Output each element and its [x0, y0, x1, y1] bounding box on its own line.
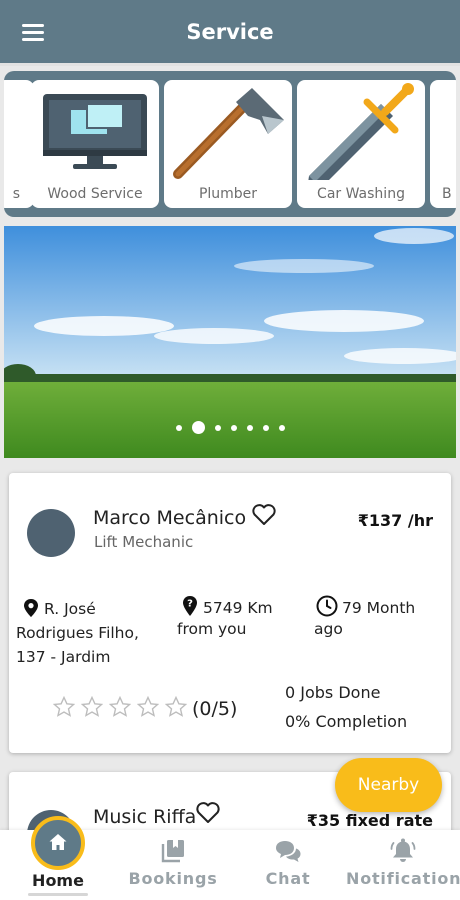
- provider-card[interactable]: Marco Mecânico Lift Mechanic ₹137 /hr R.…: [9, 473, 451, 753]
- category-label: s: [12, 186, 20, 202]
- nav-item-bookings[interactable]: Bookings: [116, 830, 230, 900]
- svg-text:?: ?: [187, 599, 193, 610]
- category-label: Wood Service: [47, 186, 143, 202]
- clock-icon: [316, 595, 338, 617]
- star-empty-icon: [164, 695, 188, 717]
- star-empty-icon: [52, 695, 76, 717]
- provider-role: Lift Mechanic: [94, 533, 194, 551]
- home-button[interactable]: [31, 816, 85, 870]
- home-icon: [49, 834, 67, 850]
- bottom-navigation: Home Bookings Chat Notifications: [0, 816, 460, 900]
- category-carousel[interactable]: s Wood Service Plumber Car Washing B: [4, 71, 456, 217]
- carousel-indicator: [4, 421, 456, 434]
- active-indicator: [28, 893, 88, 896]
- heart-icon[interactable]: [195, 801, 221, 825]
- category-card-car-washing[interactable]: Car Washing: [297, 80, 425, 208]
- location-question-icon: ?: [183, 596, 197, 616]
- computer-monitor-icon: [43, 94, 147, 169]
- provider-distance: ? 5749 Km from you: [177, 595, 297, 640]
- category-label: Car Washing: [317, 186, 405, 202]
- bookings-icon: [161, 840, 184, 863]
- category-card-partial-left[interactable]: s: [4, 80, 34, 208]
- provider-experience: 79 Month ago: [314, 595, 444, 640]
- star-empty-icon: [108, 695, 132, 717]
- nav-item-home[interactable]: Home: [0, 816, 116, 900]
- category-card-wood-service[interactable]: Wood Service: [31, 80, 159, 208]
- category-card-partial-right[interactable]: B: [430, 80, 456, 208]
- page-title: Service: [186, 20, 274, 44]
- category-card-plumber[interactable]: Plumber: [164, 80, 292, 208]
- category-label: Plumber: [198, 186, 258, 202]
- nav-label: Bookings: [128, 869, 218, 888]
- app-bar: Service: [0, 0, 460, 66]
- nav-label: Home: [32, 871, 84, 890]
- sword-icon: [308, 83, 414, 180]
- bell-icon: [390, 838, 416, 862]
- provider-address: R. José Rodrigues Filho, 137 - Jardim: [16, 599, 139, 666]
- rating-stars: [52, 695, 193, 717]
- star-empty-icon: [80, 695, 104, 717]
- jobs-done: 0 Jobs Done: [285, 683, 381, 702]
- axe-icon: [173, 88, 284, 179]
- heart-icon[interactable]: [251, 503, 277, 527]
- provider-name: Music Riffa: [93, 806, 197, 828]
- chat-icon: [276, 841, 301, 862]
- nav-label: Notifications: [346, 869, 460, 888]
- provider-price: ₹137 /hr: [357, 511, 433, 530]
- avatar: [27, 509, 75, 557]
- category-label: B: [442, 186, 452, 202]
- banner-carousel[interactable]: [4, 226, 456, 458]
- provider-price: ₹35 fixed rate: [306, 811, 433, 830]
- nav-item-notifications[interactable]: Notifications: [346, 830, 460, 900]
- provider-name: Marco Mecânico: [93, 507, 247, 529]
- location-pin-icon: [24, 599, 38, 617]
- rating-score: (0/5): [192, 698, 238, 720]
- completion-rate: 0% Completion: [285, 712, 408, 731]
- star-empty-icon: [136, 695, 160, 717]
- nearby-button[interactable]: Nearby: [335, 758, 442, 812]
- nav-label: Chat: [265, 869, 311, 888]
- nav-item-chat[interactable]: Chat: [230, 830, 346, 900]
